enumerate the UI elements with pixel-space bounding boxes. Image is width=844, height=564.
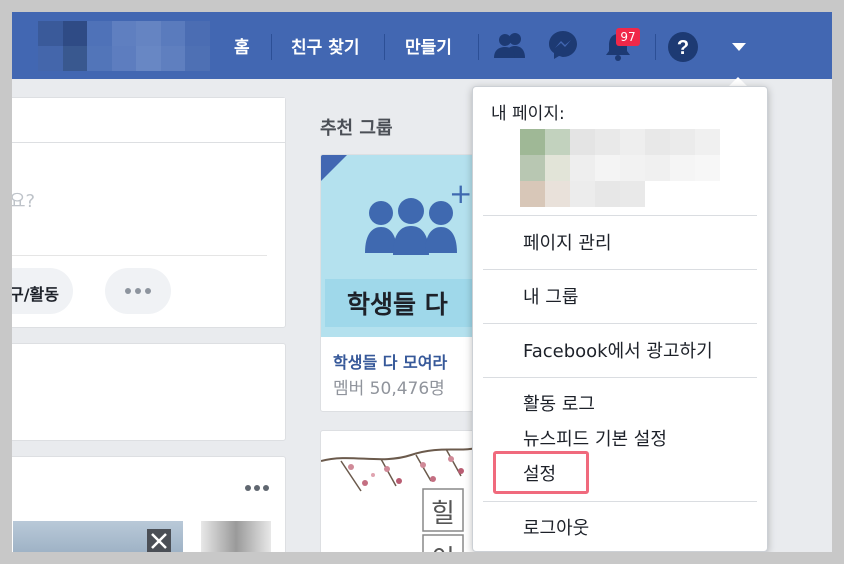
composer-placeholder[interactable]: 요?: [12, 187, 35, 213]
blurred-profile-name: [38, 21, 210, 71]
app-window: 홈 친구 찾기 만들기 97 ? 요? 구/활동 추천 그룹 + 학생들 다 학…: [12, 12, 832, 552]
help-icon[interactable]: ?: [667, 31, 699, 63]
notification-count-badge: 97: [616, 28, 640, 46]
menu-item-logout[interactable]: 로그아웃: [523, 514, 589, 540]
page-entry[interactable]: [520, 181, 720, 207]
nav-home-link[interactable]: 홈: [234, 33, 250, 58]
close-icon[interactable]: [147, 529, 171, 552]
group-cover-text: 학생들 다: [347, 290, 448, 319]
recommended-groups-title: 추천 그룹: [320, 118, 393, 139]
menu-item-newsfeed-preferences[interactable]: 뉴스피드 기본 설정: [523, 425, 667, 451]
menu-divider: [483, 269, 757, 270]
group-card[interactable]: 힐 이: [320, 430, 480, 552]
composer-header: [12, 98, 285, 143]
composer-more-button[interactable]: [105, 268, 171, 314]
top-navigation-bar: 홈 친구 찾기 만들기 97 ?: [12, 12, 832, 79]
more-horizontal-icon[interactable]: [245, 485, 269, 491]
caret-down-icon[interactable]: [731, 41, 747, 53]
nav-divider: [655, 34, 656, 60]
menu-divider: [483, 323, 757, 324]
menu-item-manage-pages[interactable]: 페이지 관리: [523, 229, 612, 255]
group-card[interactable]: + 학생들 다 학생들 다 모여라 멤버 50,476명: [320, 154, 480, 412]
my-pages-list: [520, 129, 720, 207]
stories-card: [12, 343, 286, 441]
nav-divider: [271, 34, 272, 60]
group-cover-image: + 학생들 다: [321, 155, 479, 337]
nav-create-link[interactable]: 만들기: [405, 33, 452, 58]
composer-divider: [12, 255, 267, 256]
group-cover-char: 이: [431, 539, 455, 552]
composer-action-label: 친구/활동: [12, 285, 59, 304]
menu-item-my-groups[interactable]: 내 그룹: [523, 283, 578, 309]
post-image-secondary: [201, 521, 271, 552]
my-pages-label: 내 페이지:: [491, 104, 565, 124]
group-name-link[interactable]: 학생들 다 모여라: [333, 349, 447, 373]
feed-post-card: [12, 456, 286, 552]
menu-item-activity-log[interactable]: 활동 로그: [523, 390, 595, 416]
composer-action-button[interactable]: 친구/활동: [12, 268, 73, 314]
svg-text:?: ?: [677, 37, 689, 59]
plus-icon: +: [449, 177, 473, 210]
group-cover-image: [321, 446, 479, 552]
page-entry[interactable]: [520, 155, 720, 181]
post-composer-card: 요? 친구/활동: [12, 97, 286, 328]
nav-divider: [478, 34, 479, 60]
menu-divider: [483, 215, 757, 216]
friends-icon[interactable]: [494, 31, 526, 59]
group-member-count: 멤버 50,476명: [333, 379, 445, 399]
menu-divider: [483, 377, 757, 378]
page-entry[interactable]: [520, 129, 720, 155]
nav-find-friends-link[interactable]: 친구 찾기: [291, 33, 359, 58]
nav-divider: [384, 34, 385, 60]
group-people-icon: [365, 198, 457, 255]
menu-divider: [483, 501, 757, 502]
messenger-icon[interactable]: [547, 29, 579, 61]
menu-item-advertise[interactable]: Facebook에서 광고하기: [523, 337, 713, 363]
settings-highlight-box: [493, 451, 589, 494]
group-cover-char: 힐: [431, 499, 455, 529]
more-horizontal-icon: [125, 288, 151, 294]
